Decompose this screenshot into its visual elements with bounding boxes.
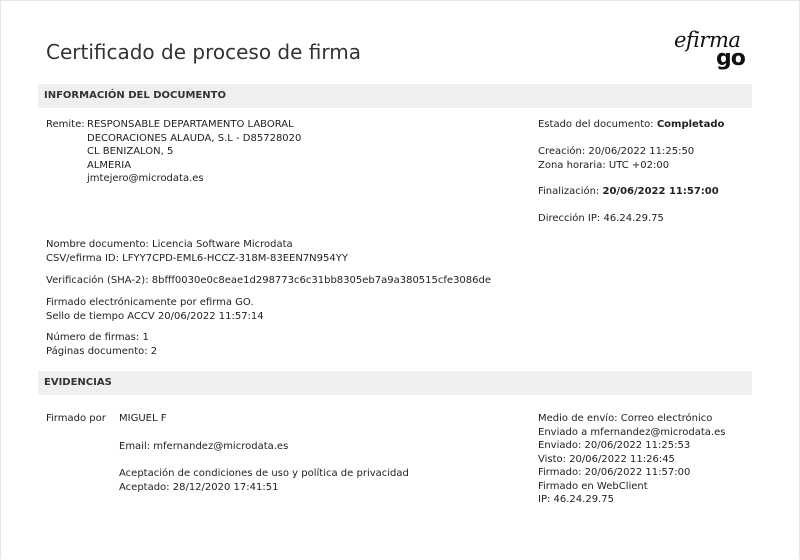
numero-firmas: Número de firmas: 1 xyxy=(46,332,149,343)
estado-value: Completado xyxy=(656,119,725,130)
envio-line-enviado: Enviado: 20/06/2022 11:25:53 xyxy=(538,440,691,451)
nombre-documento: Nombre documento: Licencia Software Micr… xyxy=(46,239,293,250)
firmante-email: Email: mfernandez@microdata.es xyxy=(119,441,289,452)
verificacion-sha2: Verificación (SHA-2): 8bfff0030e0c8eae1d… xyxy=(46,275,492,286)
remitente-line-3: CL BENIZALON, 5 xyxy=(87,146,174,157)
remitente-line-2: DECORACIONES ALAUDA, S.L - D85728020 xyxy=(87,132,302,144)
estado-label: Estado del documento: xyxy=(538,119,654,130)
envio-line-enviado-a: Enviado a mfernandez@microdata.es xyxy=(538,426,726,438)
remitente-line-1: RESPONSABLE DEPARTAMENTO LABORAL xyxy=(87,119,294,130)
section-header-document-info: INFORMACIÓN DEL DOCUMENTO xyxy=(38,84,752,108)
csv-efirma-id: CSV/efirma ID: LFYY7CPD-EML6-HCCZ-318M-8… xyxy=(46,252,348,264)
logo-text-go: go xyxy=(716,46,746,71)
remitente-label: Remite: xyxy=(46,119,85,130)
paginas-documento: Páginas documento: 2 xyxy=(46,345,158,357)
envio-line-webclient: Firmado en WebClient xyxy=(538,480,648,492)
sello-tiempo: Sello de tiempo ACCV 20/06/2022 11:57:14 xyxy=(46,310,264,322)
firmante-name: MIGUEL F xyxy=(119,413,167,424)
envio-line-visto: Visto: 20/06/2022 11:26:45 xyxy=(538,453,675,465)
aceptacion-condiciones: Aceptación de condiciones de uso y polít… xyxy=(119,468,409,479)
firmado-electronicamente: Firmado electrónicamente por efirma GO. xyxy=(46,297,254,308)
remitente-line-4: ALMERIA xyxy=(87,159,132,171)
section-header-evidencias: EVIDENCIAS xyxy=(38,371,752,395)
finalizacion-value: 20/06/2022 11:57:00 xyxy=(602,186,719,197)
envio-line-firmado: Firmado: 20/06/2022 11:57:00 xyxy=(538,467,691,478)
envio-line-medio: Medio de envío: Correo electrónico xyxy=(538,413,713,424)
page-title: Certificado de proceso de firma xyxy=(46,40,361,64)
aceptado-fecha: Aceptado: 28/12/2020 17:41:51 xyxy=(119,481,279,493)
finalizacion: Finalización: 20/06/2022 11:57:00 xyxy=(538,185,719,199)
firmado-por-label: Firmado por xyxy=(46,413,106,424)
remitente-email: jmtejero@microdata.es xyxy=(87,173,204,184)
direccion-ip: Dirección IP: 46.24.29.75 xyxy=(538,213,664,224)
estado-documento: Estado del documento: Completado xyxy=(538,118,724,132)
creacion: Creación: 20/06/2022 11:25:50 xyxy=(538,146,695,157)
envio-line-ip: IP: 46.24.29.75 xyxy=(538,494,614,505)
finalizacion-label: Finalización: xyxy=(538,186,600,197)
efirma-go-logo: efirma go xyxy=(672,26,752,72)
zona-horaria: Zona horaria: UTC +02:00 xyxy=(538,159,670,171)
